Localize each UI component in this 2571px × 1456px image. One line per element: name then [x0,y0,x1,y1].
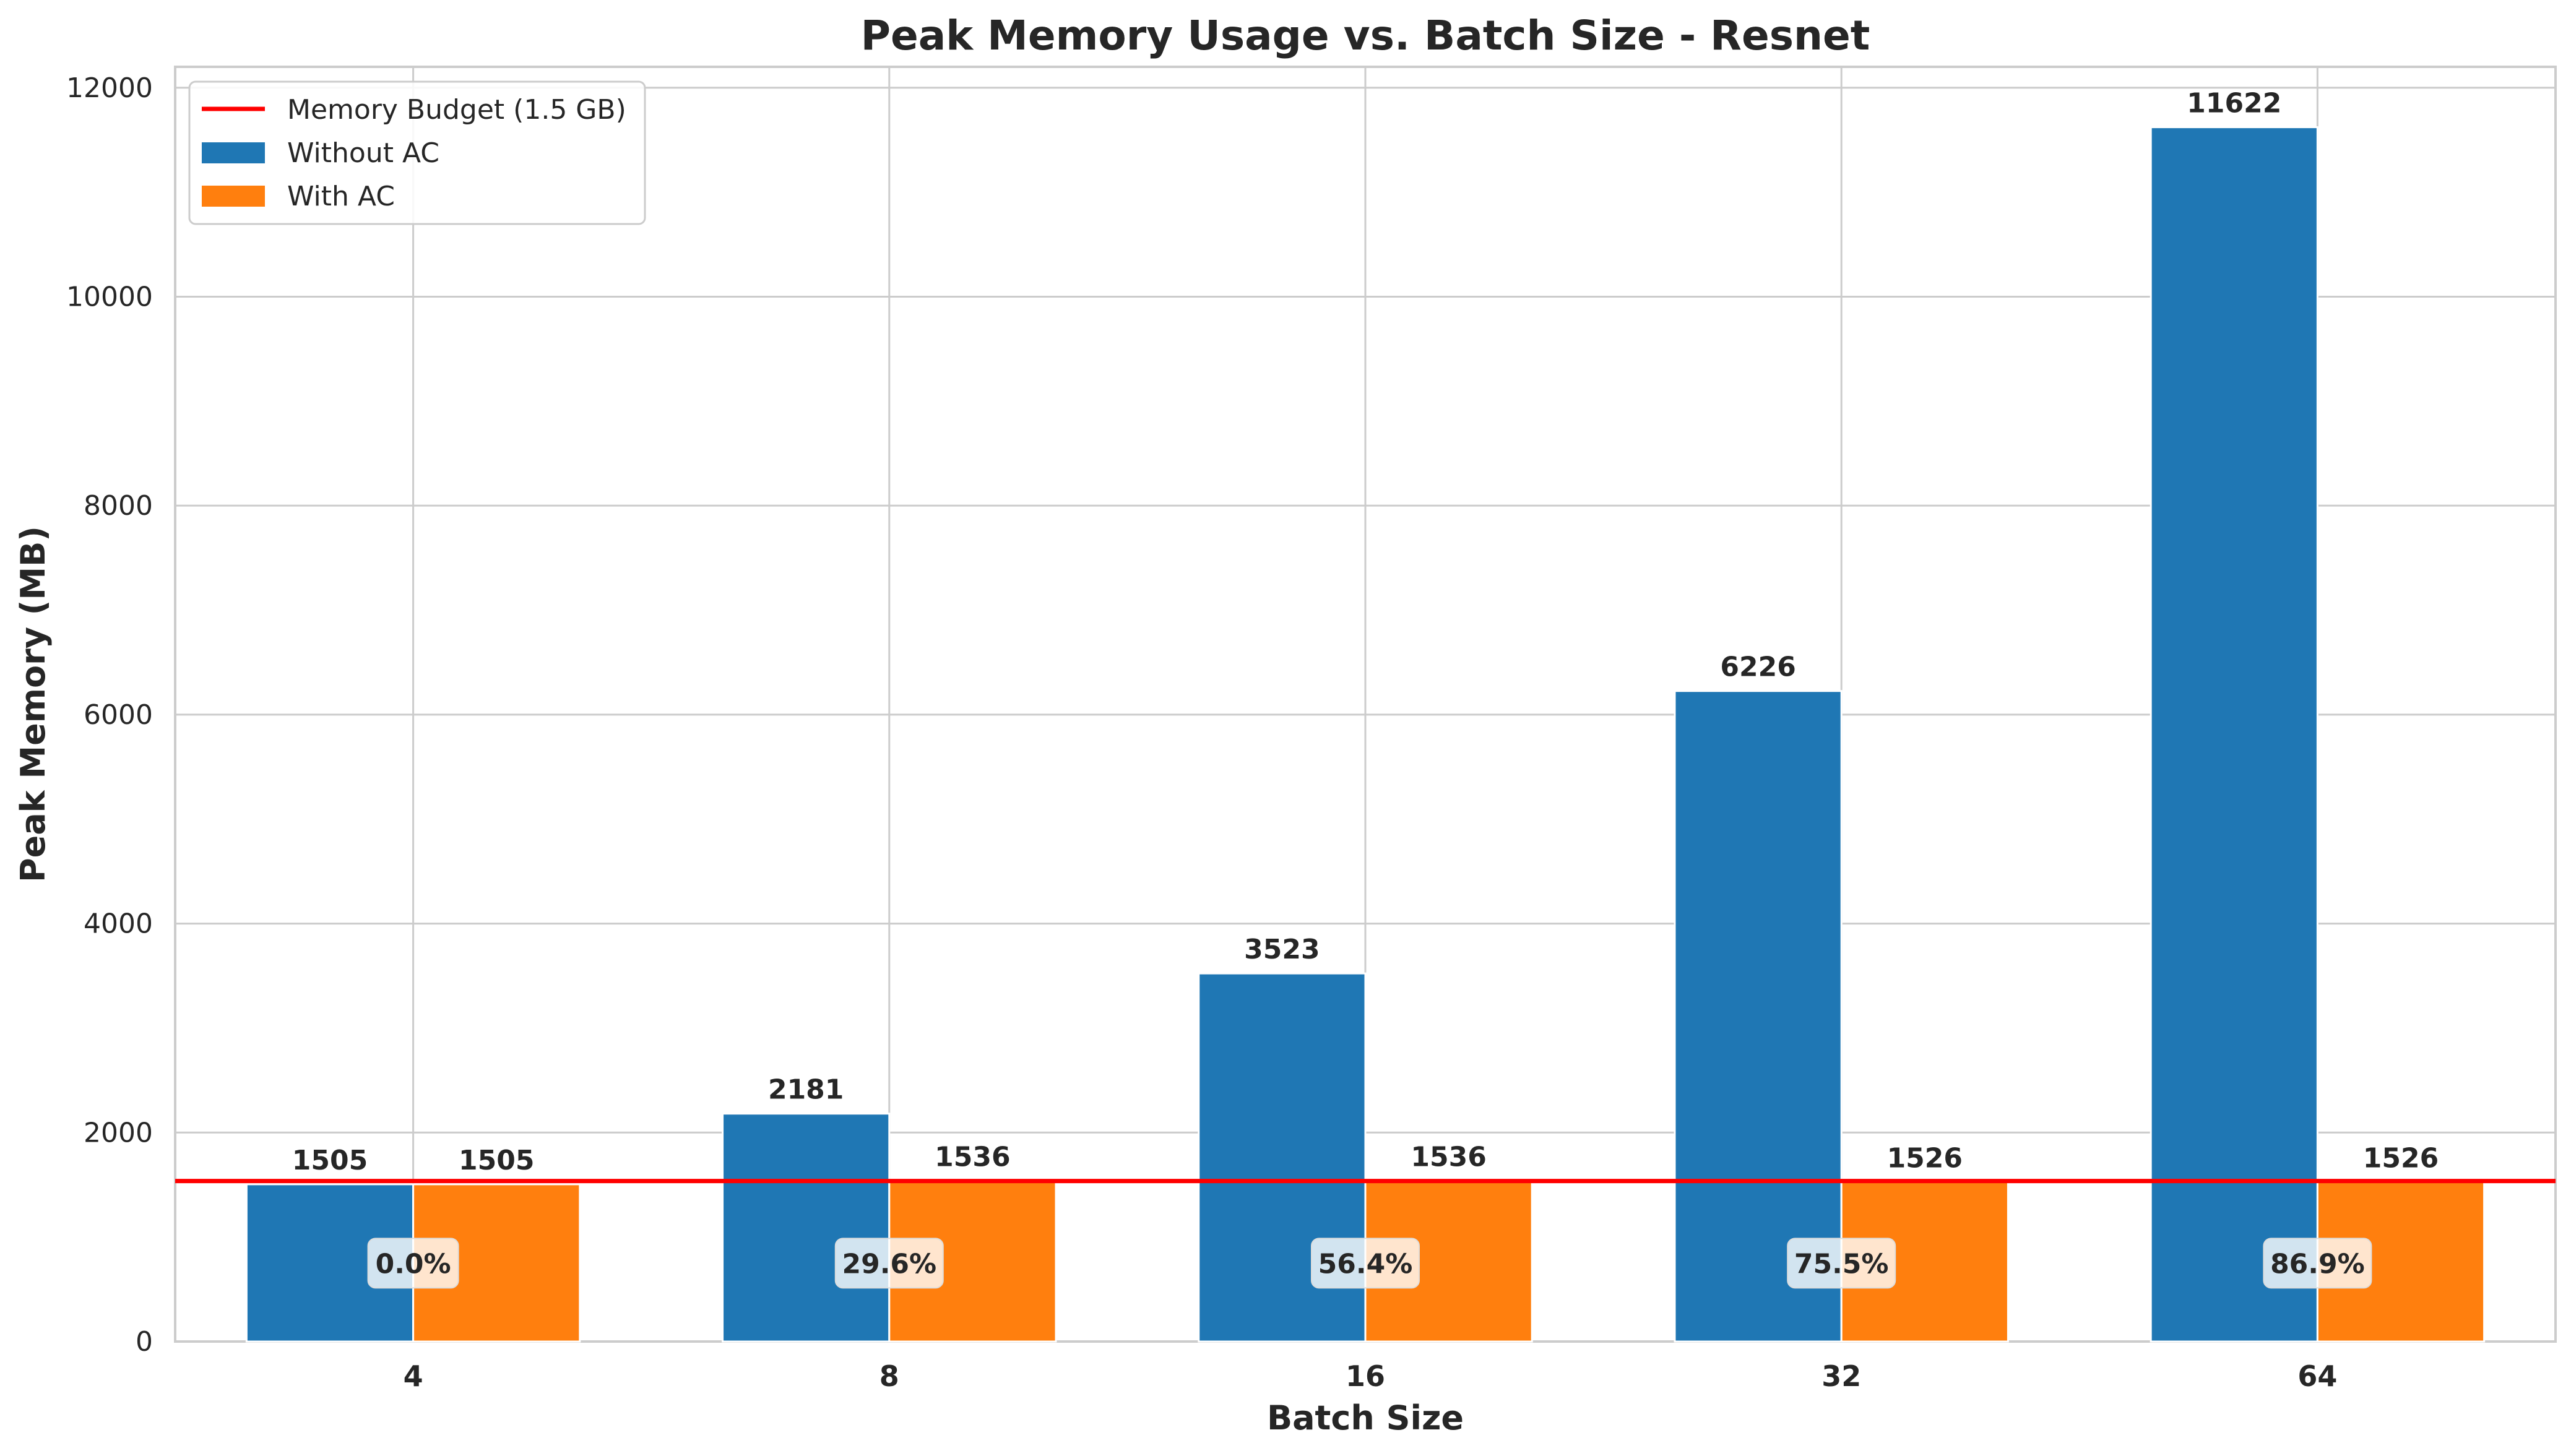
reduction-label: 0.0% [376,1248,451,1280]
bar-value-label: 1536 [935,1142,1010,1173]
reduction-label: 29.6% [842,1248,936,1280]
chart-title: Peak Memory Usage vs. Batch Size - Resne… [861,12,1870,59]
bar-value-label: 3523 [1244,934,1320,965]
reduction-label: 75.5% [1794,1248,1889,1280]
y-tick-label: 6000 [84,699,153,731]
bar-value-label: 2181 [768,1074,844,1106]
bar-value-label: 1526 [1887,1142,1963,1174]
legend-budget-label: Memory Budget (1.5 GB) [287,94,626,126]
bar-value-label: 1526 [2363,1142,2439,1174]
bar-without-ac [2150,126,2318,1343]
bar-value-label: 1505 [292,1145,368,1176]
reduction-label: 86.9% [2270,1248,2365,1280]
x-axis-ticks: 4 8 16 32 64 [404,1359,2338,1393]
legend-with-ac-label: With AC [287,181,395,212]
x-tick-label: 16 [1346,1359,1385,1393]
reduction-label: 56.4% [1318,1248,1413,1280]
bar-value-label: 6226 [1720,652,1795,683]
bar-value-label: 1536 [1411,1142,1486,1173]
bar-value-label: 11622 [2187,88,2281,119]
x-tick-label: 4 [404,1359,423,1393]
bar-without-ac [722,1113,891,1343]
legend-without-ac-label: Without AC [287,137,439,169]
y-tick-label: 10000 [66,281,153,312]
x-tick-label: 8 [879,1359,899,1393]
x-tick-label: 32 [1821,1359,1861,1393]
chart: 1505 2181 3523 6226 11622 1505 1536 1536 1526 152… [14,12,2557,1437]
y-axis-label: Peak Memory (MB) [14,526,53,882]
legend-with-ac-swatch [202,186,265,207]
y-axis-ticks: 0 2000 4000 6000 8000 10000 12000 [66,72,153,1358]
y-tick-label: 8000 [84,490,153,522]
legend-without-ac-swatch [202,142,265,163]
y-tick-label: 2000 [84,1117,153,1148]
x-axis-label: Batch Size [1267,1398,1464,1437]
bar-value-label: 1505 [459,1145,534,1176]
y-tick-label: 0 [136,1326,153,1358]
x-tick-label: 64 [2297,1359,2337,1393]
legend: Memory Budget (1.5 GB) Without AC With A… [188,80,646,225]
y-tick-label: 4000 [84,908,153,940]
y-tick-label: 12000 [66,72,153,104]
